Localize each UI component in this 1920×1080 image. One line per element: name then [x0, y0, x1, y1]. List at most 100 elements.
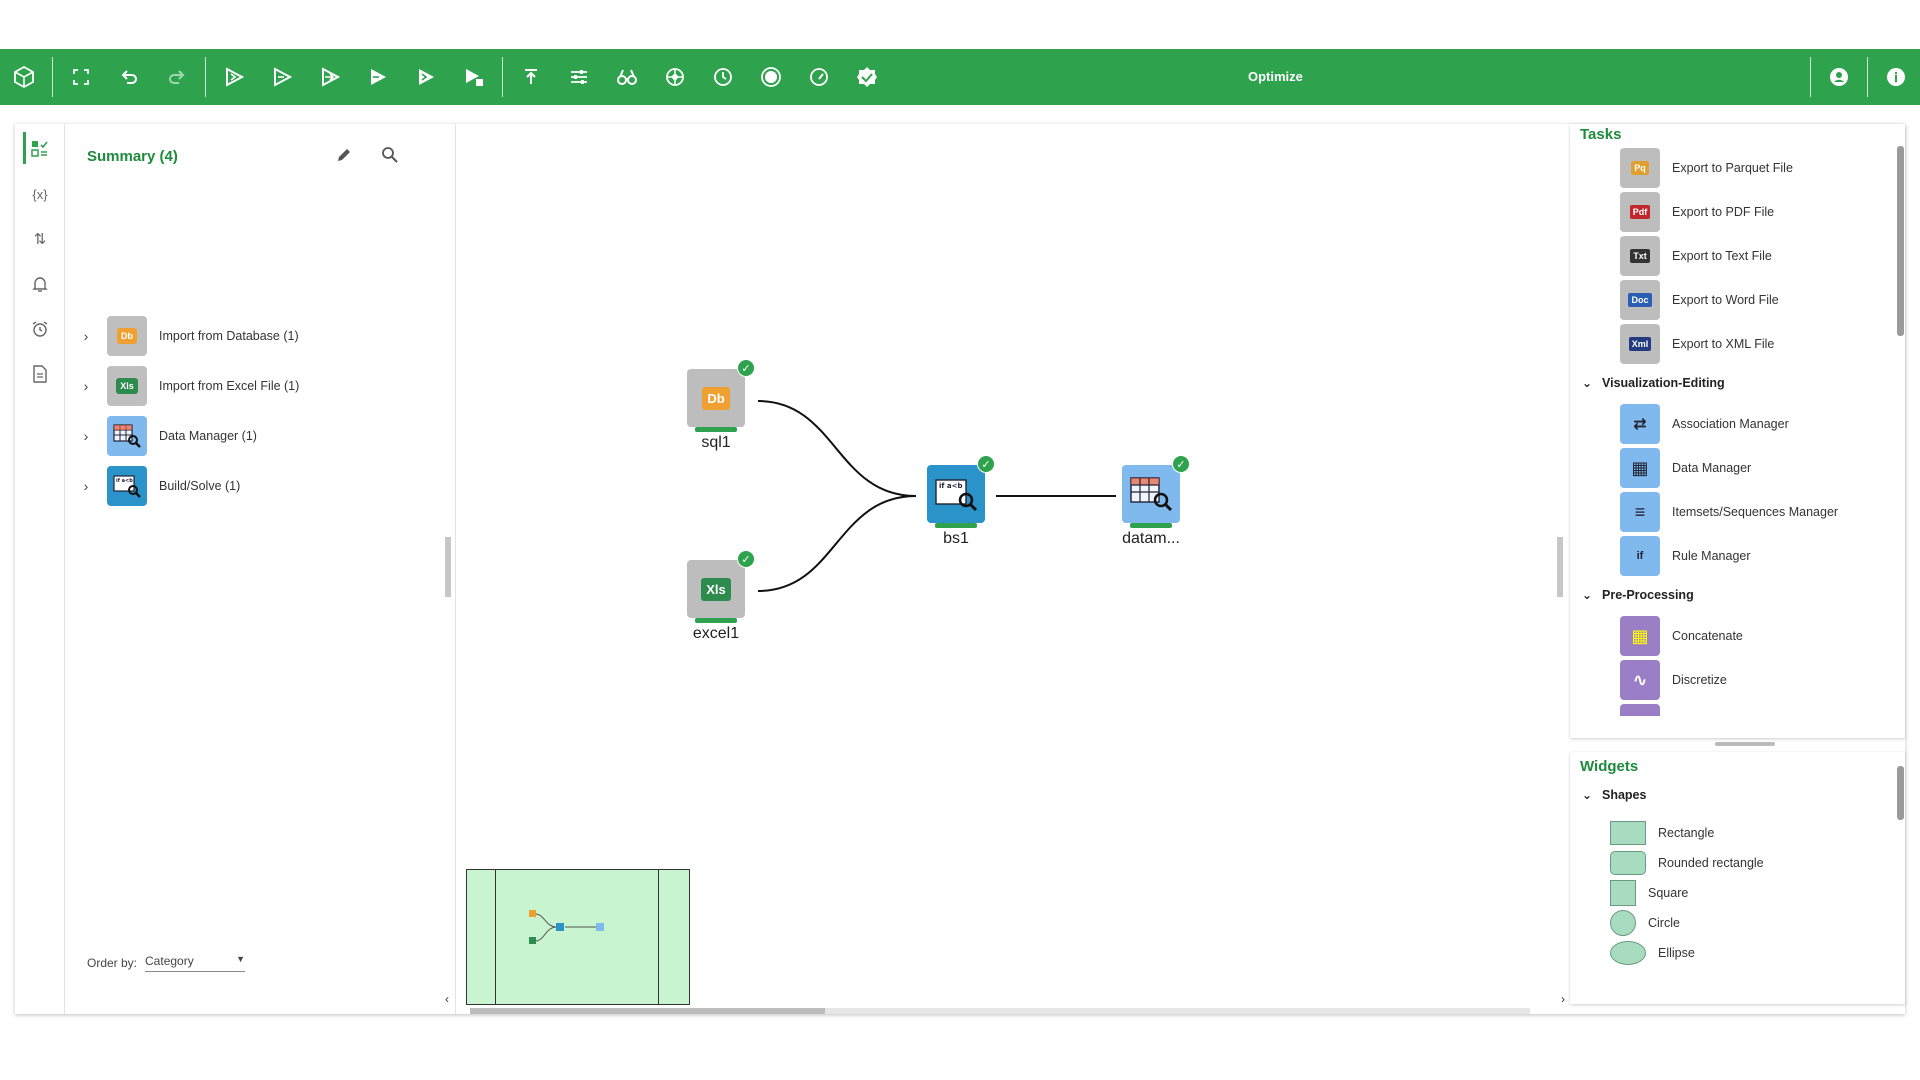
pdf-export-icon: Pdf [1620, 192, 1660, 232]
group-visualization-editing[interactable]: ⌄ Visualization-Editing [1582, 376, 1725, 390]
task-export-parquet[interactable]: Pq Export to Parquet File [1620, 148, 1793, 188]
canvas-horizontal-scrollbar[interactable] [470, 1008, 1530, 1014]
order-by-select[interactable]: Category ▼ [145, 954, 246, 972]
left-splitter-handle[interactable] [445, 537, 451, 597]
node-sql1[interactable]: Db ✓ sql1 [681, 359, 755, 452]
association-manager-icon: ⇄ [1620, 404, 1660, 444]
canvas-minimap[interactable] [466, 869, 690, 1005]
summary-item-import-database[interactable]: › Db Import from Database (1) [75, 314, 435, 358]
concatenate-icon: ▦ [1620, 616, 1660, 656]
scrollbar-thumb[interactable] [470, 1008, 825, 1014]
summary-item-data-manager[interactable]: › Data Manager (1) [75, 414, 435, 458]
task-export-xml[interactable]: Xml Export to XML File [1620, 324, 1774, 364]
task-export-pdf[interactable]: Pdf Export to PDF File [1620, 192, 1774, 232]
widget-label: Circle [1648, 916, 1680, 930]
node-label: datam... [1122, 530, 1180, 547]
edit-pencil-icon[interactable] [335, 146, 353, 169]
run-to-icon[interactable] [354, 49, 402, 105]
task-concatenate[interactable]: ▦ Concatenate [1620, 616, 1743, 656]
widget-label: Square [1648, 886, 1689, 900]
toolbar-divider [52, 57, 53, 97]
chevron-right-icon[interactable]: › [75, 378, 97, 394]
right-splitter-handle[interactable] [1557, 537, 1563, 597]
settings-sliders-icon[interactable] [555, 49, 603, 105]
task-export-word[interactable]: Doc Export to Word File [1620, 280, 1779, 320]
sort-arrows-icon[interactable]: ⇅ [25, 224, 55, 254]
widget-rectangle[interactable]: Rectangle [1610, 820, 1714, 846]
widgets-scrollbar[interactable] [1897, 766, 1904, 820]
workspace-card: {x} ⇅ Summary (4) › Db Import from Datab… [15, 124, 1905, 1014]
summary-item-import-excel[interactable]: › Xls Import from Excel File (1) [75, 364, 435, 408]
run-all-icon[interactable] [402, 49, 450, 105]
panel-splitter-handle[interactable] [1715, 742, 1775, 746]
task-data-manager[interactable]: ▦ Data Manager [1620, 448, 1751, 488]
widget-circle[interactable]: Circle [1610, 910, 1680, 936]
upload-icon[interactable] [507, 49, 555, 105]
node-datam[interactable]: ✓ datam... [1111, 455, 1191, 548]
data-manager-icon [107, 416, 147, 456]
task-label: Rule Manager [1672, 549, 1751, 563]
group-pre-processing[interactable]: ⌄ Pre-Processing [1582, 588, 1694, 602]
tasks-scrollbar[interactable] [1897, 146, 1904, 336]
record-icon[interactable] [747, 49, 795, 105]
search-icon[interactable] [381, 146, 399, 169]
summary-tasks-icon[interactable] [25, 134, 55, 164]
data-manager-node-icon: ✓ [1122, 455, 1190, 523]
run-icon[interactable] [210, 49, 258, 105]
account-icon[interactable] [1815, 49, 1863, 105]
info-icon[interactable] [1872, 49, 1920, 105]
task-rule-manager[interactable]: if Rule Manager [1620, 536, 1751, 576]
task-itemsets-sequences-manager[interactable]: ≡ Itemsets/Sequences Manager [1620, 492, 1838, 532]
run-step-icon[interactable] [258, 49, 306, 105]
scroll-right-arrow-icon[interactable]: › [1561, 992, 1565, 1006]
minimap-preview [529, 910, 604, 944]
undo-icon[interactable] [105, 49, 153, 105]
chevron-right-icon[interactable]: › [75, 328, 97, 344]
rectangle-shape-icon [1610, 821, 1646, 845]
svg-text:if a<b: if a<b [116, 478, 133, 484]
chevron-down-icon[interactable]: ⌄ [1582, 788, 1602, 802]
variables-icon[interactable]: {x} [25, 179, 55, 209]
run-selected-icon[interactable] [450, 49, 498, 105]
group-shapes[interactable]: ⌄ Shapes [1582, 788, 1646, 802]
toolbar-divider [205, 57, 206, 97]
task-discretize[interactable]: ∿ Discretize [1620, 660, 1727, 700]
alarm-icon[interactable] [25, 314, 55, 344]
toolbar-divider [1810, 57, 1811, 97]
task-label: Concatenate [1672, 629, 1743, 643]
run-from-icon[interactable] [306, 49, 354, 105]
bell-icon[interactable] [25, 269, 55, 299]
network-icon[interactable] [651, 49, 699, 105]
chevron-right-icon[interactable]: › [75, 428, 97, 444]
node-excel1[interactable]: Xls ✓ excel1 [681, 550, 755, 643]
clock-icon[interactable] [699, 49, 747, 105]
xml-export-icon: Xml [1620, 324, 1660, 364]
database-node-icon: Db ✓ [687, 359, 755, 427]
fit-screen-icon[interactable] [57, 49, 105, 105]
speed-icon[interactable] [795, 49, 843, 105]
widget-rounded-rectangle[interactable]: Rounded rectangle [1610, 850, 1764, 876]
ellipse-shape-icon [1610, 941, 1646, 965]
summary-panel: Summary (4) › Db Import from Database (1… [65, 124, 450, 1014]
tasks-panel: Tasks Pq Export to Parquet File Pdf Expo… [1570, 124, 1905, 738]
task-export-text[interactable]: Txt Export to Text File [1620, 236, 1772, 276]
verified-icon[interactable] [843, 49, 891, 105]
redo-icon[interactable] [153, 49, 201, 105]
task-label: Itemsets/Sequences Manager [1672, 505, 1839, 519]
chevron-right-icon[interactable]: › [75, 478, 97, 494]
binoculars-icon[interactable] [603, 49, 651, 105]
side-iconbar: {x} ⇅ [15, 124, 65, 1014]
widgets-panel: Widgets ⌄ Shapes Rectangle Rounded recta… [1570, 752, 1905, 1004]
widget-ellipse[interactable]: Ellipse [1610, 940, 1695, 966]
chevron-down-icon[interactable]: ⌄ [1582, 588, 1602, 602]
node-bs1[interactable]: if a<b ✓ bs1 [921, 455, 995, 548]
chevron-down-icon[interactable]: ⌄ [1582, 376, 1602, 390]
task-label: Data Manager [1672, 461, 1752, 475]
home-icon[interactable] [0, 49, 48, 105]
summary-item-build-solve[interactable]: › if a<b Build/Solve (1) [75, 464, 435, 508]
task-association-manager[interactable]: ⇄ Association Manager [1620, 404, 1789, 444]
itemsets-manager-icon: ≡ [1620, 492, 1660, 532]
widget-square[interactable]: Square [1610, 880, 1688, 906]
scroll-left-arrow-icon[interactable]: ‹ [445, 992, 449, 1006]
document-icon[interactable] [25, 359, 55, 389]
